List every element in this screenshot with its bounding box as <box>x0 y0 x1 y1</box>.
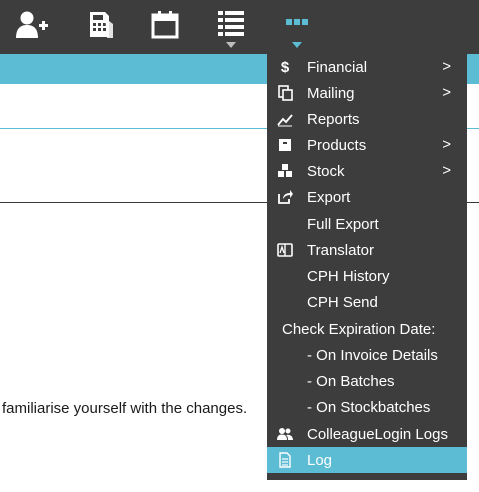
menu-item-export[interactable]: Export <box>267 184 467 210</box>
menu-item-colleague-login-logs[interactable]: ColleagueLogin Logs <box>267 421 467 447</box>
calculator-button[interactable] <box>80 0 120 54</box>
add-user-button[interactable] <box>12 0 52 54</box>
menu-item-label: Products <box>307 137 367 154</box>
menu-item-label: CPH Send <box>307 294 378 311</box>
menu-item-on-stockbatches[interactable]: - On Stockbatches <box>267 394 467 420</box>
menu-item-on-invoice-details[interactable]: - On Invoice Details <box>267 342 467 368</box>
chart-line-icon <box>277 111 293 127</box>
menu-item-financial[interactable]: $ Financial > <box>267 54 467 80</box>
add-user-icon <box>16 11 48 38</box>
notice-text: familiarise yourself with the changes. <box>2 400 248 417</box>
menu-item-full-export[interactable]: Full Export <box>267 211 467 237</box>
chevron-right-icon: > <box>442 84 451 101</box>
menu-item-label: Export <box>307 189 351 206</box>
chevron-right-icon: > <box>442 58 451 75</box>
dropdown-caret-icon <box>292 42 302 48</box>
mailing-icon <box>277 85 293 101</box>
dollar-icon: $ <box>280 58 290 76</box>
menu-item-label: ColleagueLogin Logs <box>307 426 448 443</box>
menu-section-header: Check Expiration Date: <box>267 316 467 342</box>
menu-item-products[interactable]: Products > <box>267 132 467 158</box>
cubes-icon <box>277 163 293 179</box>
document-icon <box>277 452 293 468</box>
menu-item-cph-send[interactable]: CPH Send <box>267 289 467 315</box>
menu-item-cph-history[interactable]: CPH History <box>267 263 467 289</box>
more-button[interactable] <box>277 0 317 54</box>
menu-item-stock[interactable]: Stock > <box>267 158 467 184</box>
menu-item-label: - On Batches <box>307 373 395 390</box>
menu-item-label: Reports <box>307 111 360 128</box>
more-dropdown-menu: $ Financial > Mailing > Reports Products… <box>267 54 467 480</box>
more-icon <box>286 19 308 25</box>
menu-item-mailing[interactable]: Mailing > <box>267 80 467 106</box>
menu-item-label: Log <box>307 452 333 469</box>
menu-item-label: Financial <box>307 59 368 76</box>
chevron-right-icon: > <box>442 136 451 153</box>
menu-section-label: Check Expiration Date: <box>282 321 436 338</box>
menu-item-label: Translator <box>307 242 374 259</box>
box-icon <box>277 137 293 153</box>
menu-item-label: CPH History <box>307 268 390 285</box>
menu-item-on-batches[interactable]: - On Batches <box>267 368 467 394</box>
menu-item-label: Full Export <box>307 216 379 233</box>
menu-item-reports[interactable]: Reports <box>267 106 467 132</box>
calendar-button[interactable] <box>145 0 185 54</box>
calculator-icon <box>90 12 113 38</box>
menu-item-label: Stock <box>307 163 345 180</box>
menu-item-log[interactable]: Log <box>267 447 467 473</box>
menu-item-translator[interactable]: Translator <box>267 237 467 263</box>
share-icon <box>277 189 293 205</box>
list-button[interactable] <box>211 0 251 54</box>
chevron-right-icon: > <box>442 162 451 179</box>
translate-icon <box>277 242 293 258</box>
top-toolbar <box>0 0 479 54</box>
calendar-icon <box>151 11 179 39</box>
dropdown-caret-icon <box>226 42 236 48</box>
menu-item-label: - On Invoice Details <box>307 347 438 364</box>
menu-item-label: Mailing <box>307 85 355 102</box>
users-icon <box>277 426 293 442</box>
list-icon <box>218 11 244 36</box>
menu-item-label: - On Stockbatches <box>307 399 431 416</box>
